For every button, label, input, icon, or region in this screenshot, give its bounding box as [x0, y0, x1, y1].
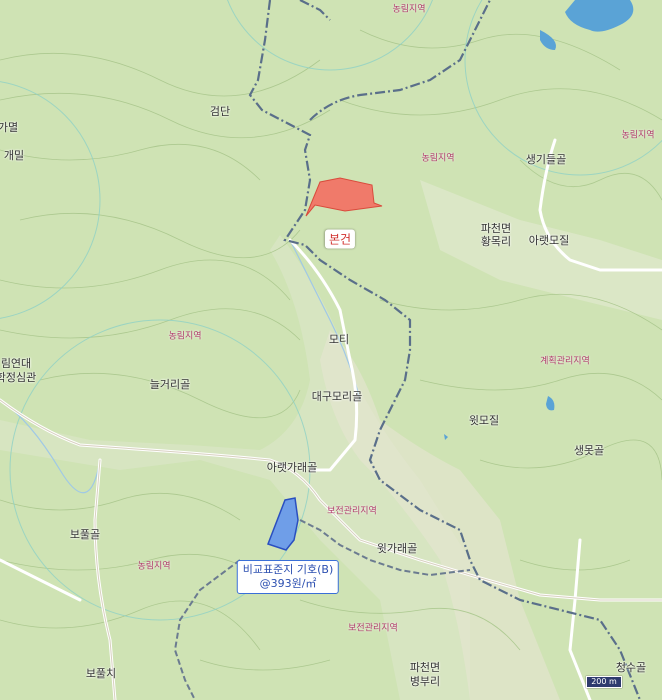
zoning-label: 농림지역: [392, 4, 426, 15]
place-label: 모티: [328, 333, 350, 346]
comparison-title: 비교표준지 기호(B): [242, 563, 334, 576]
scale-bar: 200 m: [586, 676, 622, 688]
place-label: 대구모리골: [311, 390, 363, 403]
place-label: 개밀: [3, 149, 25, 162]
place-label: 생못골: [573, 444, 605, 457]
zoning-label: 농림지역: [168, 331, 202, 342]
zoning-label: 보전관리지역: [327, 506, 377, 517]
map-view[interactable]: 검단 가멸 개밀 생기들골 파천면 황목리 아랫모질 모티 대구모리골 늘거리골…: [0, 0, 662, 700]
subject-label: 본건: [324, 229, 356, 249]
place-label: 아랫모질: [528, 234, 570, 247]
comparison-parcel[interactable]: [267, 497, 299, 551]
place-label: 가멸: [0, 121, 19, 134]
place-label: 병부리: [409, 675, 441, 688]
place-label: 생기들골: [525, 153, 567, 166]
place-label: 황목리: [480, 235, 512, 248]
zoning-label: 계획관리지역: [540, 356, 590, 367]
zoning-label: 보전관리지역: [348, 623, 398, 634]
place-label: 보풀치: [85, 667, 117, 680]
place-label: 윗모질: [468, 414, 500, 427]
place-label: 검단: [209, 105, 231, 118]
zoning-label: 농림지역: [421, 153, 455, 164]
comparison-callout[interactable]: 비교표준지 기호(B) @393원/㎡: [236, 560, 340, 594]
subject-parcel[interactable]: [305, 177, 383, 217]
place-label: 학정심관: [0, 371, 37, 384]
place-label: 아랫가래골: [266, 461, 318, 474]
place-label: 청수골: [615, 661, 647, 674]
place-label: 늘거리골: [149, 378, 191, 391]
place-label: 보풀골: [69, 528, 101, 541]
zoning-label: 농림지역: [621, 130, 655, 141]
place-label: 윗가래골: [376, 542, 418, 555]
zoning-label: 농림지역: [137, 561, 171, 572]
comparison-price: @393원/㎡: [259, 577, 317, 590]
map-base-layer: [0, 0, 662, 700]
